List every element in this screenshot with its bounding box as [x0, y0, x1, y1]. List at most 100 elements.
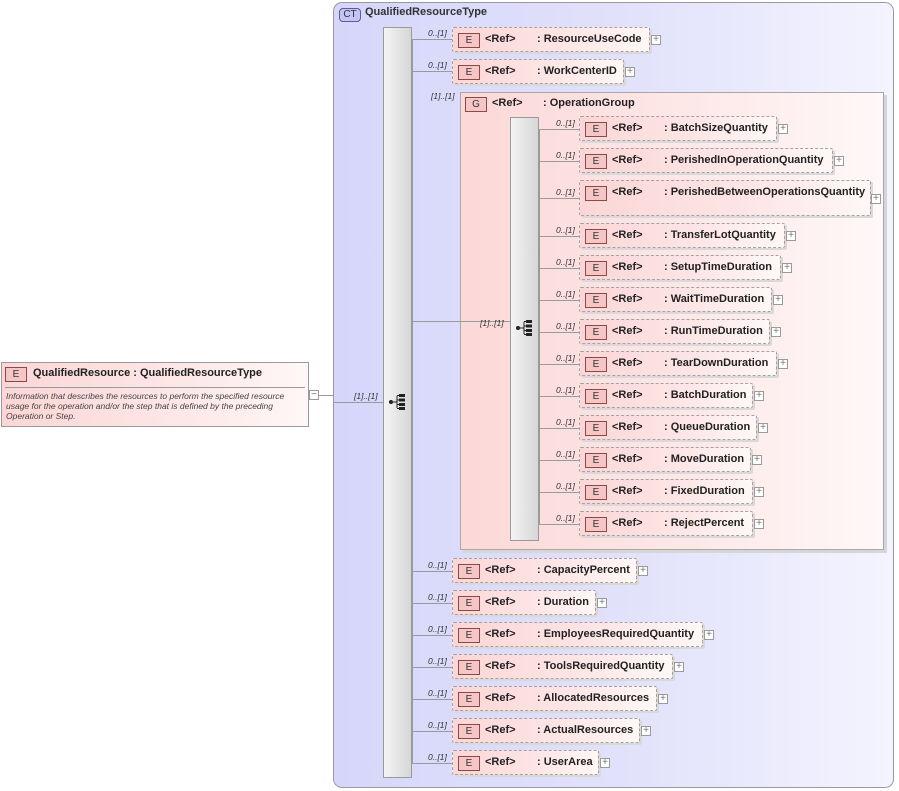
element-box[interactable]: E <Ref> : EmployeesRequiredQuantity	[452, 622, 703, 647]
occurrence-label: 0..[1]	[556, 289, 575, 299]
expand-toggle[interactable]: +	[674, 662, 684, 672]
ref-label: <Ref>	[485, 33, 516, 45]
element-badge: E	[585, 453, 607, 468]
expand-toggle[interactable]: +	[600, 758, 610, 768]
expand-toggle[interactable]: +	[871, 194, 881, 204]
element-badge: E	[458, 756, 480, 771]
element-box[interactable]: E <Ref> : ActualResources	[452, 718, 640, 743]
occurrence-label: 0..[1]	[556, 225, 575, 235]
outer-sequence-connector	[412, 39, 413, 763]
group-ref-label: <Ref>	[492, 97, 523, 109]
expand-toggle[interactable]: +	[834, 156, 844, 166]
expand-toggle[interactable]: +	[771, 327, 781, 337]
expand-toggle[interactable]: +	[597, 598, 607, 608]
expand-toggle[interactable]: +	[625, 67, 635, 77]
element-box[interactable]: E <Ref> : BatchDuration	[579, 383, 753, 408]
element-box[interactable]: E <Ref> : PerishedInOperationQuantity	[579, 148, 833, 173]
element-name: : WaitTimeDuration	[664, 293, 765, 305]
expand-toggle[interactable]: +	[773, 295, 783, 305]
element-box[interactable]: E <Ref> : RejectPercent	[579, 511, 753, 536]
element-badge: E	[458, 596, 480, 611]
expand-toggle[interactable]: +	[786, 231, 796, 241]
occurrence-label: 0..[1]	[556, 150, 575, 160]
ref-label: <Ref>	[612, 154, 643, 166]
occurrence-label: 0..[1]	[556, 353, 575, 363]
element-badge: E	[458, 724, 480, 739]
expand-toggle[interactable]: +	[778, 359, 788, 369]
element-box[interactable]: E <Ref> : AllocatedResources	[452, 686, 657, 711]
element-box[interactable]: E <Ref> : CapacityPercent	[452, 558, 637, 583]
expand-toggle[interactable]: +	[658, 694, 668, 704]
element-name: : EmployeesRequiredQuantity	[537, 628, 695, 640]
element-badge: E	[458, 692, 480, 707]
occurrence-label: 0..[1]	[556, 449, 575, 459]
expand-toggle[interactable]: +	[651, 35, 661, 45]
element-box[interactable]: E <Ref> : BatchSizeQuantity	[579, 116, 777, 141]
expand-toggle[interactable]: +	[754, 391, 764, 401]
element-box[interactable]: E <Ref> : TransferLotQuantity	[579, 223, 785, 248]
complex-type-badge: CT	[339, 8, 361, 22]
expand-toggle[interactable]: +	[754, 519, 764, 529]
sequence-icon	[516, 320, 534, 339]
ref-label: <Ref>	[612, 261, 643, 273]
occurrence-label: 0..[1]	[428, 688, 447, 698]
ref-label: <Ref>	[485, 660, 516, 672]
element-badge: E	[458, 33, 480, 48]
element-badge: E	[585, 122, 607, 137]
element-name: : UserArea	[537, 756, 593, 768]
element-box[interactable]: E <Ref> : UserArea	[452, 750, 599, 775]
expand-toggle[interactable]: +	[704, 630, 714, 640]
expand-toggle[interactable]: +	[752, 455, 762, 465]
element-name: : TearDownDuration	[664, 357, 769, 369]
ref-label: <Ref>	[612, 122, 643, 134]
occurrence-label: 0..[1]	[556, 118, 575, 128]
ref-label: <Ref>	[485, 756, 516, 768]
element-badge: E	[585, 421, 607, 436]
element-box[interactable]: E <Ref> : WorkCenterID	[452, 59, 624, 84]
element-box[interactable]: E <Ref> : RunTimeDuration	[579, 319, 770, 344]
element-name: : RunTimeDuration	[664, 325, 763, 337]
occurrence-label: 0..[1]	[556, 187, 575, 197]
element-badge: E	[585, 261, 607, 276]
occurrence-label: 0..[1]	[428, 28, 447, 38]
occurrence-label: 0..[1]	[556, 513, 575, 523]
element-box[interactable]: E <Ref> : ToolsRequiredQuantity	[452, 654, 673, 679]
ref-label: <Ref>	[485, 596, 516, 608]
group-sequence-occurrence: [1]..[1]	[480, 318, 504, 328]
element-box[interactable]: E <Ref> : ResourceUseCode	[452, 27, 650, 52]
element-name: : FixedDuration	[664, 485, 745, 497]
expand-toggle[interactable]: +	[758, 423, 768, 433]
element-box[interactable]: E <Ref> : FixedDuration	[579, 479, 753, 504]
element-badge: E	[585, 325, 607, 340]
occurrence-label: 0..[1]	[428, 560, 447, 570]
element-badge: E	[585, 485, 607, 500]
element-box[interactable]: E <Ref> : MoveDuration	[579, 447, 751, 472]
expand-toggle[interactable]: +	[638, 566, 648, 576]
element-badge: E	[585, 517, 607, 532]
element-box[interactable]: E <Ref> : SetupTimeDuration	[579, 255, 781, 280]
occurrence-label: 0..[1]	[556, 481, 575, 491]
element-box[interactable]: E <Ref> : QueueDuration	[579, 415, 757, 440]
expand-toggle[interactable]: +	[782, 263, 792, 273]
element-badge: E	[585, 357, 607, 372]
expand-toggle[interactable]: +	[641, 726, 651, 736]
ref-label: <Ref>	[485, 564, 516, 576]
element-name: : MoveDuration	[664, 453, 745, 465]
expand-toggle[interactable]: +	[778, 124, 788, 134]
element-box[interactable]: E <Ref> : WaitTimeDuration	[579, 287, 772, 312]
element-box[interactable]: E <Ref> : TearDownDuration	[579, 351, 777, 376]
expand-toggle[interactable]: +	[754, 487, 764, 497]
collapse-toggle[interactable]: −	[309, 390, 319, 400]
element-box[interactable]: E <Ref> : Duration	[452, 590, 596, 615]
ref-label: <Ref>	[612, 453, 643, 465]
element-box[interactable]: E <Ref> : PerishedBetweenOperationsQuant…	[579, 180, 871, 216]
element-badge: E	[458, 660, 480, 675]
element-name: : BatchSizeQuantity	[664, 122, 768, 134]
element-name: : ActualResources	[537, 724, 634, 736]
element-name: : PerishedInOperationQuantity	[664, 154, 824, 166]
element-name: : QueueDuration	[664, 421, 751, 433]
occurrence-label: 0..[1]	[428, 592, 447, 602]
element-badge: E	[585, 229, 607, 244]
element-name: : ResourceUseCode	[537, 33, 642, 45]
element-name: : PerishedBetweenOperationsQuantity	[664, 186, 866, 198]
